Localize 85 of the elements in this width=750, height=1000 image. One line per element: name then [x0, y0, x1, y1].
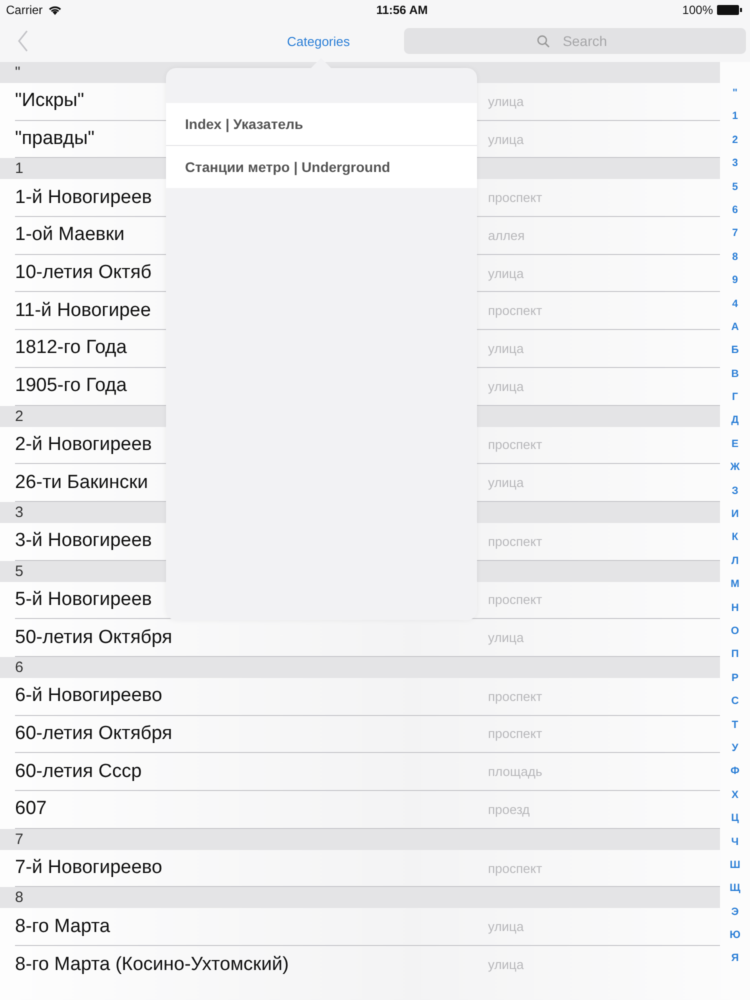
- index-letter[interactable]: М: [730, 575, 740, 594]
- street-name[interactable]: 6-й Новогиреево: [15, 685, 488, 708]
- street-name[interactable]: 607: [15, 798, 488, 820]
- index-letter[interactable]: Ф: [730, 762, 740, 780]
- index-letter[interactable]: Л: [731, 552, 739, 570]
- index-letter[interactable]: Е: [731, 434, 738, 453]
- index-letter[interactable]: Н: [731, 598, 739, 617]
- street-type: улица: [488, 94, 524, 109]
- index-letter[interactable]: Д: [731, 411, 739, 430]
- section-header: 2: [15, 408, 24, 424]
- index-letter[interactable]: Э: [731, 902, 739, 921]
- index-letter[interactable]: Ж: [730, 458, 740, 476]
- category-item[interactable]: Станции метро | Underground: [166, 146, 477, 188]
- section-header: ": [15, 64, 20, 81]
- index-letter[interactable]: Ю: [730, 926, 740, 944]
- section-header: 7: [15, 830, 24, 848]
- back-icon[interactable]: [17, 30, 29, 52]
- index-letter[interactable]: А: [731, 318, 739, 336]
- street-type: улица: [488, 266, 524, 281]
- index-letter[interactable]: Ш: [730, 856, 740, 874]
- street-type: проспект: [488, 592, 542, 608]
- street-name[interactable]: 60-летия Октября: [15, 722, 488, 745]
- street-type: площадь: [488, 764, 542, 780]
- street-type: проспект: [488, 860, 542, 876]
- index-letter[interactable]: И: [731, 505, 739, 524]
- street-name[interactable]: 7-й Новогиреево: [15, 857, 488, 880]
- street-type: проезд: [488, 802, 530, 817]
- section-header: 6: [15, 658, 24, 676]
- index-letter[interactable]: У: [732, 738, 738, 757]
- battery-percent: 100%: [682, 3, 713, 17]
- index-letter[interactable]: Ч: [731, 832, 739, 850]
- street-type: аллея: [488, 228, 525, 243]
- street-type: проспект: [488, 437, 542, 452]
- street-type: проспект: [488, 190, 542, 206]
- street-type: улица: [488, 340, 524, 356]
- index-letter[interactable]: Р: [731, 668, 738, 687]
- index-letter[interactable]: Щ: [730, 879, 740, 898]
- battery-icon: [717, 5, 742, 15]
- street-type: улица: [488, 475, 524, 490]
- index-letter[interactable]: 7: [732, 224, 738, 242]
- index-letter[interactable]: 8: [732, 248, 738, 266]
- section-header: 5: [15, 562, 24, 580]
- carrier-label: Carrier: [6, 3, 43, 17]
- index-letter[interactable]: 4: [732, 294, 738, 313]
- search-field[interactable]: Search: [404, 28, 746, 54]
- street-type: улица: [488, 378, 524, 394]
- section-header: 8: [15, 889, 24, 906]
- street-type: улица: [488, 132, 524, 147]
- index-letter[interactable]: Г: [732, 388, 738, 406]
- index-letter[interactable]: 9: [732, 271, 738, 290]
- index-letter[interactable]: П: [731, 645, 739, 664]
- street-name[interactable]: 8-го Марта (Косино-Ухтомский): [15, 954, 488, 976]
- index-letter[interactable]: 2: [732, 130, 738, 149]
- category-item[interactable]: Index | Указатель: [166, 103, 477, 146]
- index-letter[interactable]: О: [730, 622, 740, 640]
- street-type: улица: [488, 957, 524, 972]
- index-letter[interactable]: К: [732, 528, 738, 546]
- status-time: 11:56 AM: [375, 3, 429, 17]
- search-icon: [536, 35, 550, 48]
- section-header: 3: [15, 504, 24, 521]
- street-type: проспект: [488, 534, 542, 549]
- street-type: проспект: [488, 726, 542, 742]
- categories-button[interactable]: Categories: [283, 32, 354, 50]
- index-letter[interactable]: ": [732, 84, 738, 102]
- index-letter[interactable]: З: [732, 482, 738, 500]
- index-letter[interactable]: 1: [732, 107, 738, 126]
- street-type: проспект: [488, 303, 542, 318]
- street-type: улица: [488, 630, 524, 646]
- index-letter[interactable]: Б: [731, 341, 739, 360]
- index-letter[interactable]: 6: [732, 200, 738, 219]
- index-letter[interactable]: В: [731, 364, 739, 383]
- street-name[interactable]: 50-летия Октября: [15, 626, 488, 649]
- section-header: 1: [15, 160, 24, 178]
- index-letter[interactable]: Т: [732, 716, 738, 734]
- street-type: улица: [488, 919, 524, 934]
- index-letter[interactable]: Ц: [731, 809, 739, 828]
- wifi-icon: [48, 5, 62, 15]
- index-letter[interactable]: 5: [732, 178, 738, 196]
- index-letter[interactable]: Х: [731, 786, 738, 804]
- index-letter[interactable]: С: [731, 692, 739, 710]
- street-name[interactable]: 60-летия Ссср: [15, 760, 488, 783]
- street-name[interactable]: 8-го Марта: [15, 916, 488, 938]
- index-letter[interactable]: 3: [732, 154, 738, 172]
- index-letter[interactable]: Я: [731, 949, 739, 968]
- street-type: проспект: [488, 688, 542, 704]
